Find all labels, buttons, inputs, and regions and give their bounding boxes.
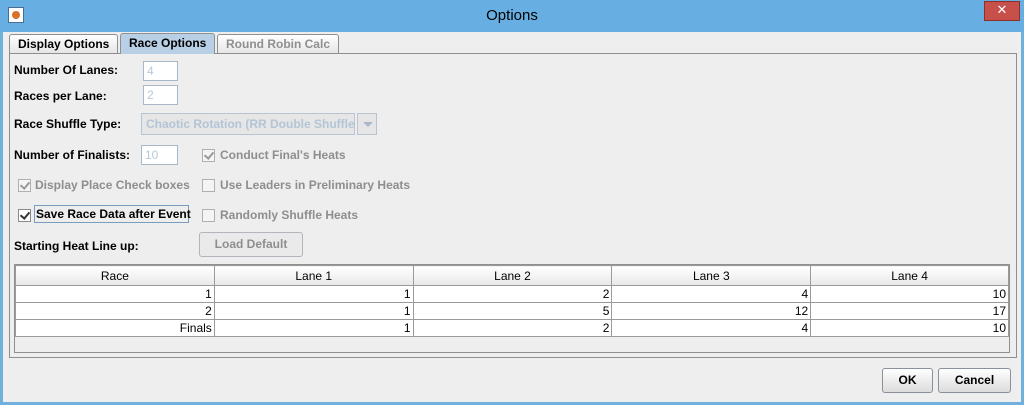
randomly-shuffle-label: Randomly Shuffle Heats (220, 208, 359, 222)
use-leaders-checkbox[interactable] (202, 179, 215, 192)
table-header-row: Race Lane 1 Lane 2 Lane 3 Lane 4 (15, 265, 1009, 286)
conduct-finals-label: Conduct Final's Heats (220, 148, 346, 162)
conduct-finals-checkbox[interactable] (202, 149, 215, 162)
chevron-down-icon[interactable] (357, 113, 377, 135)
column-header-lane-4[interactable]: Lane 4 (810, 265, 1009, 286)
ok-button[interactable]: OK (882, 368, 933, 393)
use-leaders-label: Use Leaders in Preliminary Heats (220, 178, 411, 192)
heat-table: Race Lane 1 Lane 2 Lane 3 Lane 4 1 1 2 4… (15, 265, 1009, 337)
table-cell[interactable]: 4 (611, 285, 812, 303)
table-cell[interactable]: 17 (810, 302, 1009, 320)
cancel-button[interactable]: Cancel (938, 368, 1011, 393)
shuffle-type-label: Race Shuffle Type: (14, 117, 122, 131)
table-cell[interactable]: 5 (412, 302, 613, 320)
title-bar: Options ✕ (0, 0, 1024, 32)
table-cell[interactable]: 10 (810, 285, 1009, 303)
load-default-button[interactable]: Load Default (199, 232, 303, 257)
display-place-checkbox[interactable] (18, 179, 31, 192)
lanes-label: Number Of Lanes: (14, 63, 119, 77)
table-cell[interactable]: Finals (15, 319, 215, 337)
column-header-lane-3[interactable]: Lane 3 (611, 265, 812, 286)
table-cell[interactable]: 1 (213, 302, 414, 320)
table-cell[interactable]: 2 (15, 302, 215, 320)
table-cell[interactable]: 4 (611, 319, 812, 337)
finalists-label: Number of Finalists: (14, 148, 131, 162)
races-per-lane-label: Races per Lane: (14, 89, 107, 103)
table-row: 2 1 5 12 17 (15, 302, 1009, 320)
display-place-label: Display Place Check boxes (35, 178, 190, 192)
table-row: 1 1 2 4 10 (15, 285, 1009, 303)
table-cell[interactable]: 12 (611, 302, 812, 320)
table-cell[interactable]: 2 (412, 319, 613, 337)
column-header-lane-2[interactable]: Lane 2 (412, 265, 613, 286)
tab-display-options[interactable]: Display Options (9, 34, 119, 53)
table-cell[interactable]: 1 (213, 319, 414, 337)
table-cell[interactable]: 10 (810, 319, 1009, 337)
save-race-checkbox[interactable] (18, 209, 31, 222)
close-button[interactable]: ✕ (984, 1, 1020, 21)
randomly-shuffle-checkbox[interactable] (202, 209, 215, 222)
race-options-panel: Number Of Lanes: 4 Races per Lane: 2 Rac… (9, 53, 1017, 358)
shuffle-type-select[interactable]: Chaotic Rotation (RR Double Shuffle) (141, 113, 355, 135)
table-cell[interactable]: 1 (213, 285, 414, 303)
window-title: Options (486, 7, 538, 24)
tab-race-options[interactable]: Race Options (120, 33, 216, 54)
table-cell[interactable]: 1 (15, 285, 215, 303)
save-race-label: Save Race Data after Event (36, 207, 191, 221)
dialog-body: Display Options Race Options Round Robin… (3, 32, 1021, 402)
column-header-lane-1[interactable]: Lane 1 (213, 265, 414, 286)
finalists-field[interactable]: 10 (141, 145, 178, 165)
table-row: Finals 1 2 4 10 (15, 319, 1009, 337)
column-header-race[interactable]: Race (15, 265, 215, 286)
races-per-lane-field[interactable]: 2 (143, 85, 178, 105)
tab-round-robin-calc: Round Robin Calc (217, 34, 339, 53)
table-cell[interactable]: 2 (412, 285, 613, 303)
lanes-field[interactable]: 4 (143, 61, 178, 81)
heat-lineup-table: Race Lane 1 Lane 2 Lane 3 Lane 4 1 1 2 4… (14, 264, 1010, 353)
starting-heat-label: Starting Heat Line up: (14, 239, 139, 253)
